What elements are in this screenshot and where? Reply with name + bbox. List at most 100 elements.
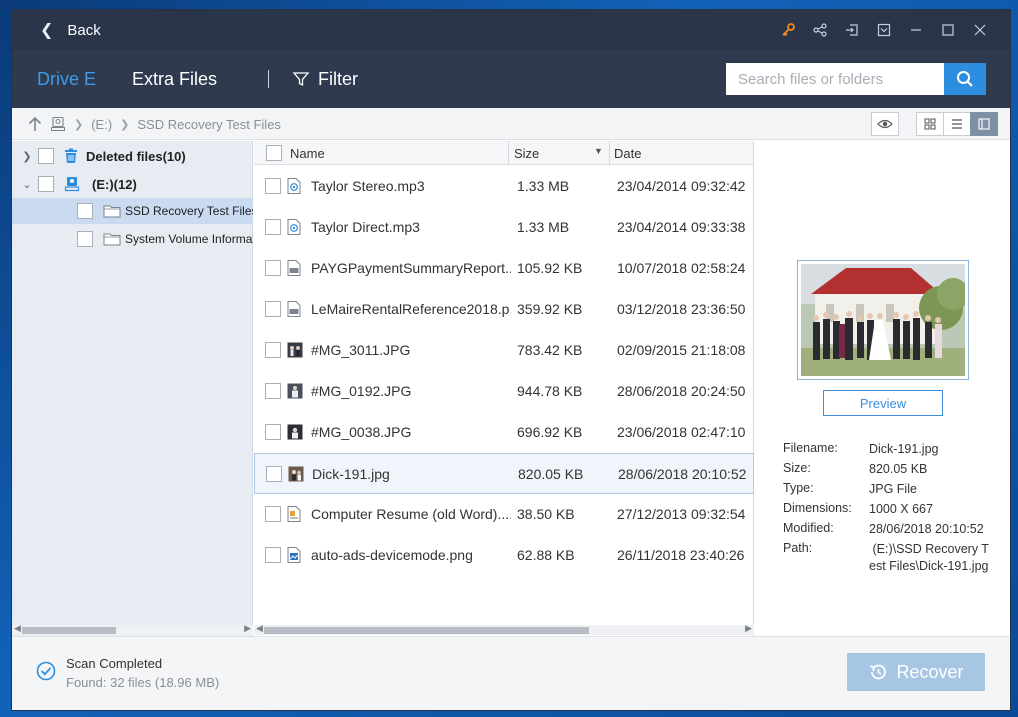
list-header: Name Size ▼ Date bbox=[254, 141, 754, 165]
tree-checkbox[interactable] bbox=[77, 231, 93, 247]
table-row[interactable]: LeMaireRentalReference2018.p... 359.92 K… bbox=[254, 289, 754, 330]
file-date: 27/12/2013 09:32:54 bbox=[617, 506, 746, 522]
image-file-icon bbox=[287, 342, 303, 358]
preview-button[interactable]: Preview bbox=[823, 390, 943, 416]
image-file-icon bbox=[288, 466, 304, 482]
file-size: 1.33 MB bbox=[517, 178, 570, 194]
folder-tree: ❯ Deleted files(10) ⌄ (E:)(12) SSD Recov… bbox=[12, 141, 253, 636]
row-checkbox[interactable] bbox=[265, 219, 281, 235]
filter-button[interactable]: Filter bbox=[292, 50, 358, 108]
breadcrumb: ❯ (E:) ❯ SSD Recovery Test Files bbox=[28, 108, 281, 140]
tab-extra-files[interactable]: Extra Files bbox=[132, 50, 217, 108]
row-checkbox[interactable] bbox=[265, 178, 281, 194]
detail-view-icon bbox=[978, 118, 990, 130]
tree-item-deleted-files[interactable]: ❯ Deleted files(10) bbox=[12, 143, 253, 169]
tree-checkbox[interactable] bbox=[38, 148, 54, 164]
file-size: 944.78 KB bbox=[517, 383, 583, 399]
column-divider[interactable] bbox=[609, 141, 610, 165]
file-size: 1.33 MB bbox=[517, 219, 570, 235]
row-checkbox[interactable] bbox=[265, 424, 281, 440]
dropdown-icon[interactable] bbox=[868, 10, 900, 50]
table-row[interactable]: PAYGPaymentSummaryReport.... 105.92 KB 1… bbox=[254, 248, 754, 289]
view-detail-button[interactable] bbox=[970, 112, 998, 136]
maximize-icon[interactable] bbox=[932, 10, 964, 50]
tree-item-ssd-recovery-test-files[interactable]: SSD Recovery Test Files(1 bbox=[12, 198, 253, 224]
tree-item-system-volume-information[interactable]: System Volume Informati bbox=[12, 226, 253, 252]
chevron-down-icon[interactable]: ⌄ bbox=[20, 178, 34, 191]
tree-item-label: Deleted files(10) bbox=[86, 148, 186, 164]
file-size: 359.92 KB bbox=[517, 301, 583, 317]
check-circle-icon bbox=[36, 661, 56, 681]
prop-value: 28/06/2018 20:10:52 bbox=[869, 522, 984, 536]
row-checkbox[interactable] bbox=[265, 260, 281, 276]
column-size[interactable]: Size bbox=[514, 141, 539, 165]
filter-label: Filter bbox=[318, 68, 358, 89]
row-checkbox[interactable] bbox=[266, 466, 282, 482]
prop-value: JPG File bbox=[869, 482, 917, 496]
file-name: #MG_0192.JPG bbox=[311, 383, 412, 399]
sign-in-icon[interactable] bbox=[836, 10, 868, 50]
view-switcher bbox=[871, 112, 998, 136]
breadcrumb-drive[interactable]: (E:) bbox=[91, 117, 112, 132]
table-row[interactable]: #MG_0192.JPG 944.78 KB 28/06/2018 20:24:… bbox=[254, 371, 754, 412]
tree-checkbox[interactable] bbox=[38, 176, 54, 192]
table-row[interactable]: #MG_0038.JPG 696.92 KB 23/06/2018 02:47:… bbox=[254, 412, 754, 453]
file-name: Dick-191.jpg bbox=[312, 466, 390, 482]
restore-icon bbox=[870, 664, 887, 680]
list-horizontal-scrollbar[interactable]: ◀ ▶ bbox=[254, 623, 754, 635]
row-checkbox[interactable] bbox=[265, 342, 281, 358]
view-grid-button[interactable] bbox=[916, 112, 944, 136]
row-checkbox[interactable] bbox=[265, 506, 281, 522]
sort-down-icon[interactable]: ▼ bbox=[594, 146, 603, 156]
chevron-right-icon[interactable]: ❯ bbox=[20, 150, 34, 163]
column-date[interactable]: Date bbox=[614, 141, 641, 165]
table-row[interactable]: Taylor Stereo.mp3 1.33 MB 23/04/2014 09:… bbox=[254, 166, 754, 207]
prop-key: Path: bbox=[783, 541, 813, 555]
back-button[interactable]: ❮ Back bbox=[40, 10, 101, 50]
tab-drive-e[interactable]: Drive E bbox=[37, 50, 96, 108]
file-date: 23/04/2014 09:33:38 bbox=[617, 219, 746, 235]
tree-checkbox[interactable] bbox=[77, 203, 93, 219]
close-icon[interactable] bbox=[964, 10, 996, 50]
column-name[interactable]: Name bbox=[290, 141, 325, 165]
table-row[interactable]: Taylor Direct.mp3 1.33 MB 23/04/2014 09:… bbox=[254, 207, 754, 248]
tree-horizontal-scrollbar[interactable]: ◀ ▶ bbox=[12, 623, 253, 635]
breadcrumb-bar: ❯ (E:) ❯ SSD Recovery Test Files bbox=[12, 108, 1010, 140]
table-row[interactable]: auto-ads-devicemode.png 62.88 KB 26/11/2… bbox=[254, 535, 754, 576]
folder-icon bbox=[103, 205, 121, 218]
scroll-right-icon[interactable]: ▶ bbox=[745, 623, 752, 634]
row-checkbox[interactable] bbox=[265, 301, 281, 317]
search-button[interactable] bbox=[944, 63, 986, 95]
scrollbar-thumb[interactable] bbox=[264, 627, 589, 634]
chevron-left-icon: ❮ bbox=[40, 22, 54, 39]
scrollbar-thumb[interactable] bbox=[22, 627, 116, 634]
table-row[interactable]: Computer Resume (old Word).... 38.50 KB … bbox=[254, 494, 754, 535]
file-name: LeMaireRentalReference2018.p... bbox=[311, 301, 511, 317]
scroll-left-icon[interactable]: ◀ bbox=[256, 623, 263, 634]
tree-item-drive-e[interactable]: ⌄ (E:)(12) bbox=[12, 171, 253, 197]
audio-file-icon bbox=[287, 178, 301, 194]
column-divider[interactable] bbox=[753, 141, 754, 165]
file-list: Name Size ▼ Date Taylor Stereo.mp3 1.33 … bbox=[254, 141, 754, 636]
arrow-up-icon[interactable] bbox=[28, 116, 42, 132]
table-row[interactable]: #MG_3011.JPG 783.42 KB 02/09/2015 21:18:… bbox=[254, 330, 754, 371]
preview-toggle-button[interactable] bbox=[871, 112, 899, 136]
breadcrumb-separator-icon: ❯ bbox=[74, 118, 84, 131]
row-checkbox[interactable] bbox=[265, 547, 281, 563]
minimize-icon[interactable] bbox=[900, 10, 932, 50]
view-list-button[interactable] bbox=[943, 112, 971, 136]
recover-button[interactable]: Recover bbox=[847, 653, 985, 691]
select-all-checkbox[interactable] bbox=[266, 145, 282, 161]
search-input[interactable] bbox=[726, 63, 944, 95]
table-row-selected[interactable]: Dick-191.jpg 820.05 KB 28/06/2018 20:10:… bbox=[254, 453, 754, 494]
breadcrumb-folder[interactable]: SSD Recovery Test Files bbox=[137, 117, 281, 132]
scroll-left-icon[interactable]: ◀ bbox=[14, 623, 21, 634]
scroll-right-icon[interactable]: ▶ bbox=[244, 623, 251, 634]
share-icon[interactable] bbox=[804, 10, 836, 50]
row-checkbox[interactable] bbox=[265, 383, 281, 399]
preview-thumbnail bbox=[797, 260, 969, 380]
drive-icon[interactable] bbox=[50, 116, 66, 132]
column-divider[interactable] bbox=[508, 141, 509, 165]
key-icon[interactable] bbox=[772, 10, 804, 50]
wedding-photo-image bbox=[801, 264, 965, 376]
